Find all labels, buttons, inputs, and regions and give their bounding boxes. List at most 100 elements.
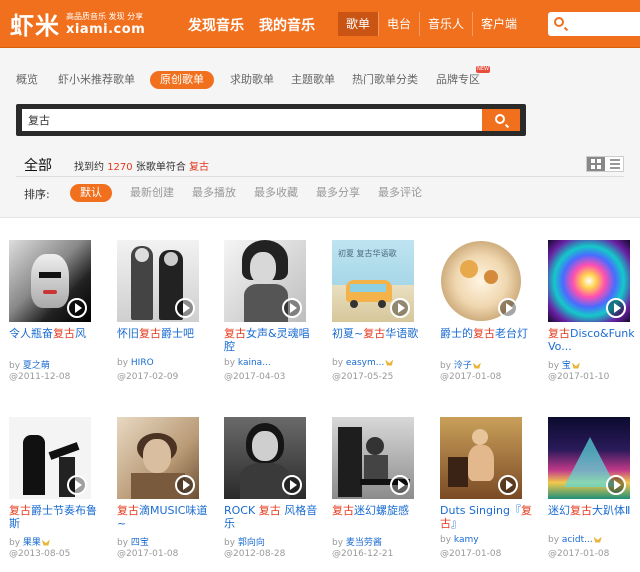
sort-most-shared[interactable]: 最多分享	[316, 184, 360, 202]
author-link[interactable]: HIRO	[131, 358, 154, 368]
author-link[interactable]: 郭向向	[238, 538, 265, 548]
logo-text: 虾米	[10, 12, 60, 40]
subnav-original[interactable]: 原创歌单	[150, 71, 214, 89]
play-icon[interactable]	[282, 298, 302, 318]
playlist-search-input[interactable]	[22, 109, 482, 131]
cover-text: 初夏 复古华语歌	[338, 249, 397, 258]
play-icon[interactable]	[175, 475, 195, 495]
subnav-theme[interactable]: 主题歌单	[291, 71, 335, 89]
search-button[interactable]	[482, 109, 520, 131]
subnav-brand[interactable]: 品牌专区	[436, 71, 480, 89]
playlist-cover[interactable]: 初夏 复古华语歌	[332, 240, 414, 322]
vip-icon	[472, 362, 481, 369]
playlist-date: @2016-12-21	[332, 549, 394, 559]
play-icon[interactable]	[498, 475, 518, 495]
playlist-title[interactable]: 怀旧复古爵士吧	[117, 327, 213, 340]
result-prefix: 找到约	[74, 162, 104, 173]
author-link[interactable]: 四宝	[131, 538, 149, 548]
vip-icon	[571, 362, 580, 369]
playlist-title[interactable]: 复古迷幻螺旋感	[332, 504, 428, 517]
playlist-title[interactable]: 复古爵士节奏布鲁斯	[9, 504, 105, 530]
tab-client[interactable]: 客户端	[473, 12, 525, 36]
author-link[interactable]: 麦当劳酱	[346, 538, 382, 548]
playlist-title[interactable]: 令人瓶奋复古风	[9, 327, 105, 340]
all-label[interactable]: 全部	[24, 155, 52, 175]
play-icon[interactable]	[390, 475, 410, 495]
playlist-cover[interactable]	[332, 417, 414, 499]
playlist-cover[interactable]	[117, 240, 199, 322]
playlist-title[interactable]: 复古Disco&Funk Vo...	[548, 327, 640, 353]
playlist-title[interactable]: ROCK 复古 风格音乐	[224, 504, 320, 530]
play-icon[interactable]	[67, 475, 87, 495]
playlist-byline: by 果果	[9, 535, 50, 548]
playlist-cover[interactable]	[548, 240, 630, 322]
play-icon[interactable]	[67, 298, 87, 318]
playlist-title[interactable]: 初夏~复古华语歌	[332, 327, 428, 340]
playlist-cover[interactable]	[440, 417, 522, 499]
playlist-cover[interactable]	[440, 240, 522, 322]
playlist-cover[interactable]	[548, 417, 630, 499]
playlist-cover[interactable]	[224, 240, 306, 322]
playlist-date: @2017-01-08	[548, 549, 610, 559]
playlist-cover[interactable]	[9, 240, 91, 322]
playlist-byline: by 郭向向	[224, 538, 265, 548]
playlist-cover[interactable]	[117, 417, 199, 499]
playlist-title[interactable]: Duts Singing『复古』	[440, 504, 536, 530]
author-link[interactable]: easym...	[346, 358, 384, 368]
list-view-icon[interactable]	[607, 157, 623, 171]
play-icon[interactable]	[175, 298, 195, 318]
playlist-cover[interactable]	[224, 417, 306, 499]
play-icon[interactable]	[498, 298, 518, 318]
author-link[interactable]: 宝	[562, 361, 571, 371]
sort-most-collected[interactable]: 最多收藏	[254, 184, 298, 202]
result-middle: 张歌单符合	[135, 162, 186, 173]
playlist-byline: by kamy	[440, 535, 479, 545]
grid-view-icon[interactable]	[587, 157, 605, 171]
author-link[interactable]: kamy	[454, 535, 479, 545]
nav-discover-music[interactable]: 发现音乐	[188, 15, 244, 35]
search-icon	[495, 114, 505, 124]
playlist-date: @2012-08-28	[224, 549, 286, 559]
playlist-title[interactable]: 爵士的复古老台灯	[440, 327, 536, 340]
playlist-date: @2017-02-09	[117, 372, 179, 382]
subnav-overview[interactable]: 概览	[16, 71, 38, 89]
vip-icon	[593, 536, 602, 543]
author-link[interactable]: 夏之萌	[23, 361, 50, 371]
playlist-cover[interactable]	[9, 417, 91, 499]
header-search-field[interactable]	[548, 12, 640, 36]
subnav-hot-categories[interactable]: 热门歌单分类	[352, 71, 418, 89]
tab-musicians[interactable]: 音乐人	[420, 12, 474, 36]
playlist-title[interactable]: 复古滴MUSIC味道~	[117, 504, 213, 530]
play-icon[interactable]	[606, 298, 626, 318]
playlist-byline: by kaina...	[224, 358, 271, 368]
play-icon[interactable]	[390, 298, 410, 318]
play-icon[interactable]	[282, 475, 302, 495]
author-link[interactable]: kaina...	[238, 358, 271, 368]
playlist-date: @2017-01-10	[548, 372, 610, 382]
sort-newest[interactable]: 最新创建	[130, 184, 174, 202]
result-summary: 找到约 1270 张歌单符合 复古	[74, 158, 209, 173]
subnav-request[interactable]: 求助歌单	[230, 71, 274, 89]
author-link[interactable]: 果果	[23, 538, 41, 548]
logo-tagline: 高品质音乐 发现 分享	[66, 12, 144, 21]
sort-default[interactable]: 默认	[70, 184, 112, 202]
subnav-recommended[interactable]: 虾小米推荐歌单	[58, 71, 135, 89]
playlist-byline: by 麦当劳酱	[332, 538, 382, 548]
author-link[interactable]: acidt...	[562, 535, 593, 545]
play-icon[interactable]	[606, 475, 626, 495]
tab-radio[interactable]: 电台	[379, 12, 421, 36]
playlist-date: @2017-01-08	[117, 549, 179, 559]
nav-my-music[interactable]: 我的音乐	[259, 15, 315, 35]
sort-label: 排序:	[24, 188, 50, 201]
search-icon[interactable]	[554, 17, 564, 27]
author-link[interactable]: 泠子	[454, 361, 472, 371]
sort-most-played[interactable]: 最多播放	[192, 184, 236, 202]
playlist-search-bar	[16, 104, 526, 136]
playlist-title[interactable]: 复古女声&灵魂唱腔	[224, 327, 320, 353]
playlist-byline: by easym...	[332, 358, 394, 368]
playlist-subnav: 概览 虾小米推荐歌单 原创歌单 求助歌单 主题歌单 热门歌单分类 品牌专区 NE…	[0, 66, 640, 91]
playlist-date: @2017-05-25	[332, 372, 394, 382]
playlist-title[interactable]: 迷幻复古大趴体Ⅱ	[548, 504, 640, 517]
tab-playlists[interactable]: 歌单	[338, 12, 380, 36]
sort-most-commented[interactable]: 最多评论	[378, 184, 422, 202]
